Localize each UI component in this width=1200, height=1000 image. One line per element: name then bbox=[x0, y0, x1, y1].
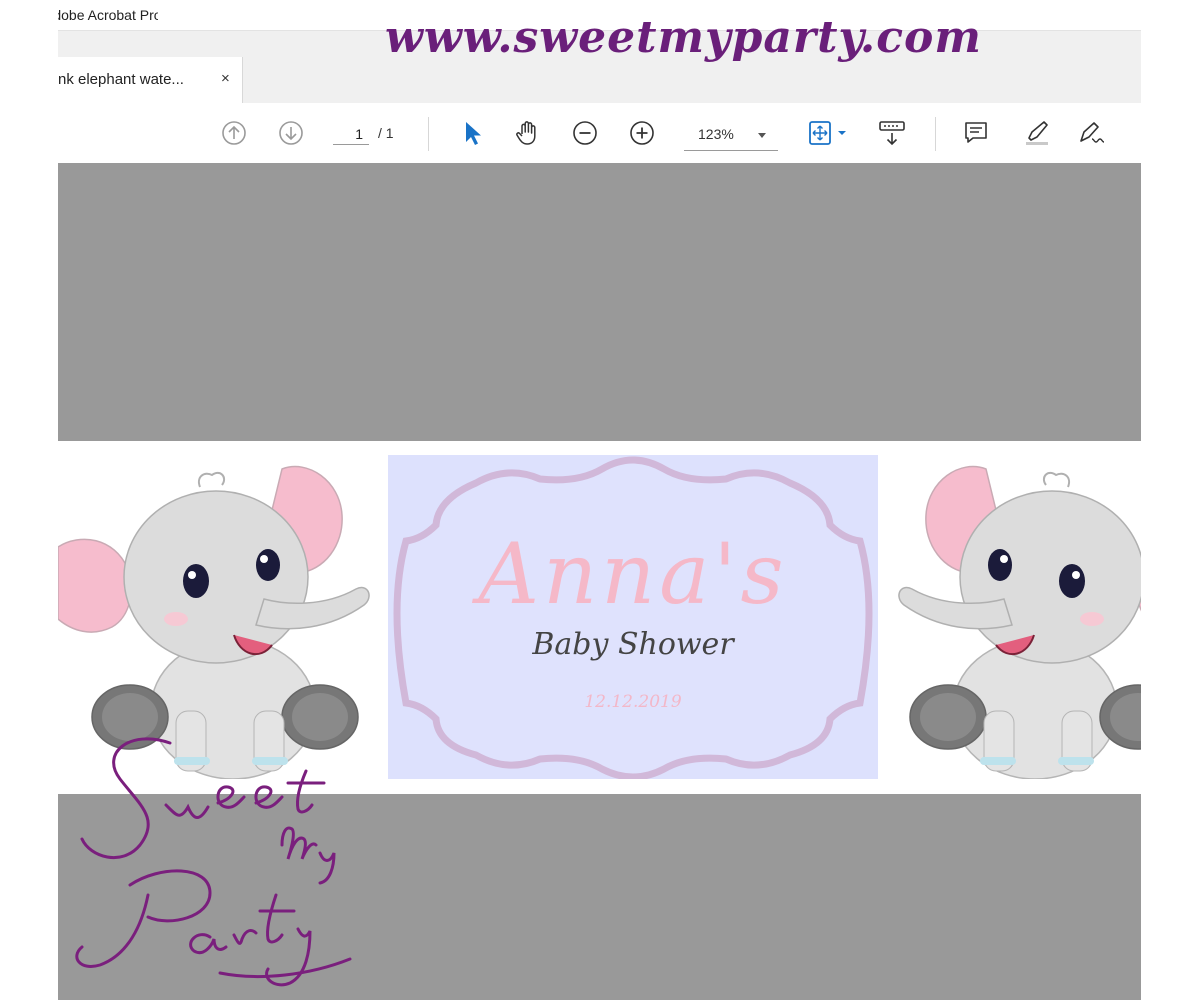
toolbar-divider bbox=[428, 117, 429, 151]
zoom-out-icon bbox=[573, 121, 597, 145]
comment-icon bbox=[965, 122, 987, 143]
arrow-up-icon bbox=[222, 121, 246, 145]
next-page-button[interactable] bbox=[277, 119, 305, 147]
page-number-input[interactable] bbox=[333, 123, 369, 145]
label-name-text: Anna's bbox=[478, 525, 788, 623]
hand-icon bbox=[516, 121, 536, 145]
fit-page-icon bbox=[809, 121, 846, 145]
tab-close-button[interactable]: × bbox=[221, 70, 230, 87]
zoom-value: 123% bbox=[698, 126, 734, 142]
chevron-down-icon bbox=[758, 133, 766, 138]
page-total: / 1 bbox=[378, 125, 394, 141]
watermark-url: www.sweetmyparty.com bbox=[385, 12, 982, 63]
document-tab[interactable]: nk elephant wate... × bbox=[58, 57, 243, 103]
app-title: Adobe Acrobat Pro DC bbox=[58, 7, 158, 23]
select-cursor-icon bbox=[466, 122, 481, 145]
label-date-text: 12.12.2019 bbox=[584, 692, 682, 712]
zoom-in-icon bbox=[630, 121, 654, 145]
toolbar-divider bbox=[935, 117, 936, 151]
elephant-illustration-right bbox=[898, 465, 1141, 779]
scroll-mode-button[interactable] bbox=[878, 119, 906, 147]
zoom-out-button[interactable] bbox=[571, 119, 599, 147]
fit-page-button[interactable] bbox=[806, 119, 850, 147]
comment-button[interactable] bbox=[962, 119, 990, 147]
zoom-dropdown[interactable]: 123% bbox=[684, 120, 778, 151]
arrow-down-icon bbox=[279, 121, 303, 145]
toolbar: / 1 123% bbox=[58, 103, 1141, 164]
app-title-clip: Adobe Acrobat Pro DC bbox=[58, 0, 158, 30]
hand-tool-button[interactable] bbox=[514, 119, 542, 147]
sign-icon bbox=[1080, 122, 1105, 143]
tab-title: nk elephant wate... bbox=[58, 71, 184, 88]
label-subtitle-text: Baby Shower bbox=[532, 627, 734, 662]
scroll-mode-icon bbox=[879, 121, 905, 146]
previous-page-button[interactable] bbox=[220, 119, 248, 147]
zoom-in-button[interactable] bbox=[628, 119, 656, 147]
highlight-icon bbox=[1026, 121, 1048, 145]
sign-button[interactable] bbox=[1075, 119, 1109, 147]
select-tool-button[interactable] bbox=[458, 119, 486, 147]
label-center-panel: Anna's Baby Shower 12.12.2019 bbox=[388, 455, 878, 779]
sweet-my-party-logo bbox=[75, 737, 352, 987]
highlight-button[interactable] bbox=[1020, 119, 1054, 147]
